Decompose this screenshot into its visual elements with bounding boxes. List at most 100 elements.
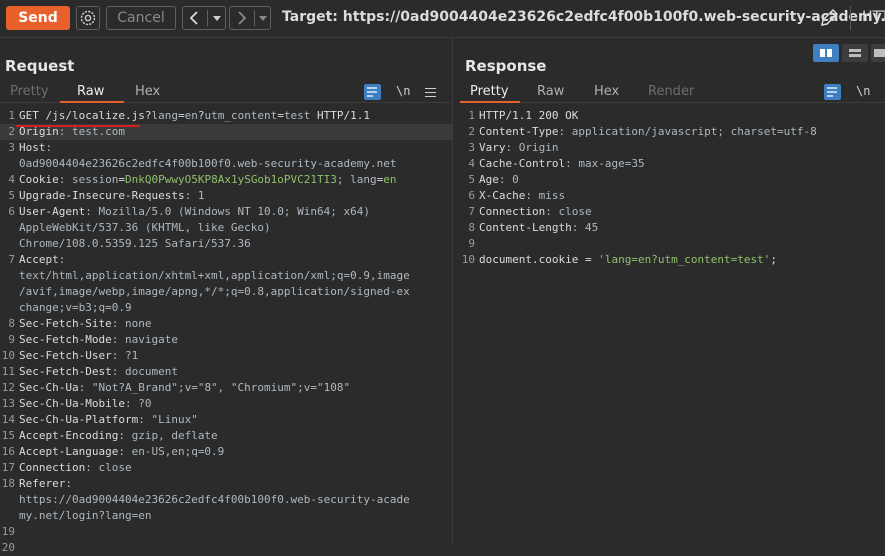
request-line: 4 Cookie: session=DnkQ0PwwyO5KP8Ax1ySGob1… xyxy=(0,172,452,188)
response-line: 6 X-Cache: miss xyxy=(460,188,885,204)
line-number: 7 xyxy=(468,205,475,218)
line-text: Content-Length: 45 xyxy=(479,221,599,234)
line-text: Cache-Control: max-age=35 xyxy=(479,157,645,170)
line-number: 2 xyxy=(8,125,15,138)
request-line: 3 Host: xyxy=(0,140,452,156)
request-line: Chrome/108.0.5359.125 Safari/537.36 xyxy=(0,236,452,252)
line-number: 4 xyxy=(8,173,15,186)
line-number: 1 xyxy=(8,109,15,122)
line-number: 15 xyxy=(1,429,15,442)
line-number: 13 xyxy=(1,397,15,410)
response-line: 4 Cache-Control: max-age=35 xyxy=(460,156,885,172)
line-text: Chrome/108.0.5359.125 Safari/537.36 xyxy=(19,237,251,250)
line-number: 8 xyxy=(8,317,15,330)
request-line: 10 Sec-Fetch-User: ?1 xyxy=(0,348,452,364)
line-text: Host: xyxy=(19,141,53,154)
forward-history-dropdown[interactable] xyxy=(255,7,271,29)
show-newlines-toggle[interactable]: \n xyxy=(856,84,870,98)
line-number: 9 xyxy=(8,333,15,346)
message-actions-button[interactable] xyxy=(824,84,841,100)
layout-toggle-group xyxy=(813,44,885,64)
request-line: AppleWebKit/537.36 (KHTML, like Gecko) xyxy=(0,220,452,236)
line-text: HTTP/1.1 200 OK xyxy=(479,109,579,122)
request-line: 1 GET /js/localize.js?lang=en?utm_content… xyxy=(0,108,452,124)
tab-hex[interactable]: Hex xyxy=(594,84,619,99)
request-line: change;v=b3;q=0.9 xyxy=(0,300,452,316)
line-number: 6 xyxy=(8,205,15,218)
tab-pretty[interactable]: Pretty xyxy=(10,84,49,99)
line-text: Accept-Language: en-US,en;q=0.9 xyxy=(19,445,225,458)
message-actions-button[interactable] xyxy=(364,84,381,100)
line-text: Accept: xyxy=(19,253,66,266)
target-url: Target: https://0ad9004404e23626c2edfc4f… xyxy=(282,9,885,25)
line-text: Sec-Fetch-User: ?1 xyxy=(19,349,139,362)
line-number: 14 xyxy=(1,413,15,426)
layout-tabs-button[interactable] xyxy=(871,44,885,62)
response-line: 7 Connection: close xyxy=(460,204,885,220)
tab-render[interactable]: Render xyxy=(648,84,694,99)
line-number: 7 xyxy=(8,253,15,266)
request-line: 16 Accept-Language: en-US,en;q=0.9 xyxy=(0,444,452,460)
request-line: 7 Accept: xyxy=(0,252,452,268)
line-text: Sec-Ch-Ua: "Not?A_Brand";v="8", "Chromiu… xyxy=(19,381,351,394)
response-title: Response xyxy=(465,57,547,75)
request-line: 6 User-Agent: Mozilla/5.0 (Windows NT 10.… xyxy=(0,204,452,220)
line-number: 10 xyxy=(1,349,15,362)
line-number: 10 xyxy=(461,253,475,266)
request-line: 15 Accept-Encoding: gzip, deflate xyxy=(0,428,452,444)
line-number: 20 xyxy=(1,541,15,554)
line-text: GET /js/localize.js?lang=en?utm_content=… xyxy=(19,109,371,122)
edit-target-button[interactable] xyxy=(818,7,840,29)
line-text: Sec-Ch-Ua-Mobile: ?0 xyxy=(19,397,152,410)
back-button[interactable] xyxy=(183,7,207,29)
request-line: https://0ad9004404e23626c2edfc4f00b100f0… xyxy=(0,492,452,508)
line-number: 1 xyxy=(468,109,475,122)
tab-pretty[interactable]: Pretty xyxy=(470,84,509,99)
send-button[interactable]: Send xyxy=(6,6,70,30)
response-line: 5 Age: 0 xyxy=(460,172,885,188)
request-line: 13 Sec-Ch-Ua-Mobile: ?0 xyxy=(0,396,452,412)
menu-button[interactable] xyxy=(425,88,436,100)
request-line: 8 Sec-Fetch-Site: none xyxy=(0,316,452,332)
chevron-right-icon xyxy=(238,11,247,25)
line-number: 3 xyxy=(8,141,15,154)
request-editor[interactable]: 1 GET /js/localize.js?lang=en?utm_content… xyxy=(0,108,452,554)
show-newlines-toggle[interactable]: \n xyxy=(396,84,410,98)
line-text: Age: 0 xyxy=(479,173,519,186)
request-line: 20 xyxy=(0,540,452,556)
response-line: 9 xyxy=(460,236,885,252)
line-text: Sec-Ch-Ua-Platform: "Linux" xyxy=(19,413,198,426)
line-text: change;v=b3;q=0.9 xyxy=(19,301,132,314)
line-number: 11 xyxy=(1,365,15,378)
back-history-dropdown[interactable] xyxy=(208,7,226,29)
http-version-menu[interactable]: HTT xyxy=(862,9,885,25)
tab-raw[interactable]: Raw xyxy=(537,84,564,99)
layout-stacked-button[interactable] xyxy=(842,44,868,62)
settings-button[interactable] xyxy=(76,6,100,30)
toolbar: Send Cancel Target: https://0ad9004404e2… xyxy=(0,0,885,38)
request-line: 11 Sec-Fetch-Dest: document xyxy=(0,364,452,380)
cancel-button[interactable]: Cancel xyxy=(106,6,176,30)
forward-button[interactable] xyxy=(230,7,254,29)
response-editor[interactable]: 1 HTTP/1.1 200 OK 2 Content-Type: applicati… xyxy=(460,108,885,544)
layout-side-by-side-button[interactable] xyxy=(813,44,839,62)
response-tabs: Pretty Raw Hex Render xyxy=(460,82,885,103)
line-number: 2 xyxy=(468,125,475,138)
request-line: 14 Sec-Ch-Ua-Platform: "Linux" xyxy=(0,412,452,428)
line-text: Sec-Fetch-Mode: navigate xyxy=(19,333,178,346)
request-line: /avif,image/webp,image/apng,*/*;q=0.8,ap… xyxy=(0,284,452,300)
tab-raw[interactable]: Raw xyxy=(77,84,104,99)
line-number: 5 xyxy=(468,173,475,186)
caret-down-icon xyxy=(259,16,267,21)
tab-hex[interactable]: Hex xyxy=(135,84,160,99)
chevron-left-icon xyxy=(189,11,198,25)
line-text: Content-Type: application/javascript; ch… xyxy=(479,125,817,138)
history-forward-group xyxy=(229,6,271,30)
format-icon xyxy=(367,87,377,97)
request-line: 0ad9004404e23626c2edfc4f00b100f0.web-sec… xyxy=(0,156,452,172)
line-number: 18 xyxy=(1,477,15,490)
line-number: 17 xyxy=(1,461,15,474)
request-title: Request xyxy=(5,57,75,75)
line-text: 0ad9004404e23626c2edfc4f00b100f0.web-sec… xyxy=(19,157,397,170)
format-icon xyxy=(827,87,837,97)
